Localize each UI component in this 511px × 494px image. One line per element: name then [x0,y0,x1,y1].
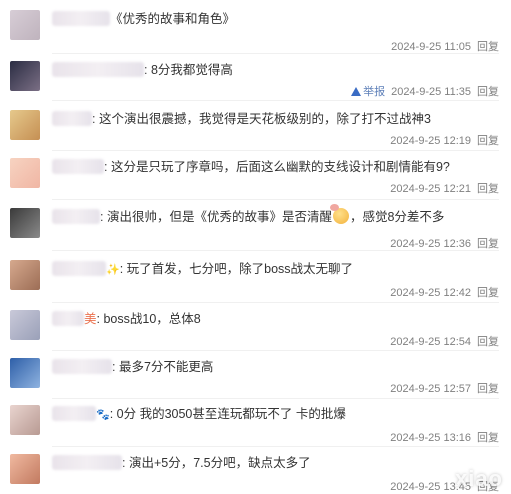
avatar[interactable] [10,454,40,484]
emoji-icon [329,204,349,224]
comment-text: : boss战10，总体8 [96,312,201,326]
comment-body: : 演出+5分，7.5分吧，缺点太多了 [52,454,311,472]
timestamp: 2024-9-25 12:54 [390,336,471,348]
comment-meta: 2024-9-25 12:57 回复 [390,380,499,396]
comment-text-a: : 演出很帅，但是《优秀的故事》是否清醒 [100,210,332,224]
username-suffix[interactable]: 美 [84,312,97,326]
divider [52,53,499,54]
divider [52,100,499,101]
username-blurred[interactable] [52,159,104,174]
report-button[interactable]: 举报 [351,86,385,98]
comment-text: : 这分是只玩了序章吗，后面这么幽默的支线设计和剧情能有9? [104,160,450,174]
avatar[interactable] [10,110,40,140]
sparkle-icon: ✨ [106,264,120,276]
comment-meta: 2024-9-25 12:19 回复 [390,132,499,148]
comment-meta: 2024-9-25 12:54 回复 [390,333,499,349]
username-blurred[interactable] [52,11,110,26]
comment-text-b: ，感觉8分差不多 [349,210,445,224]
site-watermark: xiao [454,466,503,491]
comment-text: : 8分我都觉得高 [144,63,233,77]
divider [52,446,499,447]
username-blurred[interactable] [52,261,106,276]
avatar[interactable] [10,260,40,290]
divider [52,302,499,303]
comment-meta: 2024-9-25 11:05 回复 [391,38,499,54]
reply-button[interactable]: 回复 [477,86,499,98]
reply-button[interactable]: 回复 [477,183,499,195]
warning-icon [351,87,362,96]
comment-meta: 2024-9-25 12:36 回复 [390,235,499,251]
divider [52,150,499,151]
avatar[interactable] [10,358,40,388]
comment-text: : 玩了首发，七分吧，除了boss战太无聊了 [119,262,354,276]
timestamp: 2024-9-25 12:36 [390,238,471,250]
comment-meta: 2024-9-25 13:16 回复 [390,429,499,445]
comment-meta: 2024-9-25 12:42 回复 [390,284,499,300]
badge-icon: 🐾 [96,409,110,421]
comment-body: : 演出很帅，但是《优秀的故事》是否清醒 ，感觉8分差不多 [52,204,445,226]
comment-text: : 这个演出很震撼，我觉得是天花板级别的，除了打不过战神3 [92,112,431,126]
comment-body: 《优秀的故事和角色》 [52,10,235,28]
comment-text: : 最多7分不能更高 [112,360,214,374]
divider [52,250,499,251]
comment-body: : 8分我都觉得高 [52,61,233,79]
timestamp: 2024-9-25 13:16 [390,432,471,444]
avatar[interactable] [10,158,40,188]
comment-body: : 这个演出很震撼，我觉得是天花板级别的，除了打不过战神3 [52,110,431,128]
comment-meta: 举报 2024-9-25 11:35 回复 [351,83,499,99]
avatar[interactable] [10,310,40,340]
timestamp: 2024-9-25 11:35 [391,86,471,98]
username-blurred[interactable] [52,111,92,126]
report-label: 举报 [363,86,386,98]
divider [52,199,499,200]
timestamp: 2024-9-25 12:21 [390,183,471,195]
comment-text: 《优秀的故事和角色》 [110,12,236,26]
comment-body: ✨: 玩了首发，七分吧，除了boss战太无聊了 [52,260,353,279]
username-blurred[interactable] [52,311,84,326]
username-blurred[interactable] [52,359,112,374]
comment-body: : 这分是只玩了序章吗，后面这么幽默的支线设计和剧情能有9? [52,158,450,176]
reply-button[interactable]: 回复 [477,135,499,147]
reply-button[interactable]: 回复 [477,287,499,299]
reply-button[interactable]: 回复 [477,383,499,395]
username-blurred[interactable] [52,209,100,224]
reply-button[interactable]: 回复 [477,336,499,348]
reply-button[interactable]: 回复 [477,238,499,250]
comment-body: : 最多7分不能更高 [52,358,213,376]
timestamp: 2024-9-25 12:19 [390,135,471,147]
comment-text: : 演出+5分，7.5分吧，缺点太多了 [122,456,311,470]
comment-meta: 2024-9-25 12:21 回复 [390,180,499,196]
avatar[interactable] [10,61,40,91]
reply-button[interactable]: 回复 [477,432,499,444]
comment-body: 美: boss战10，总体8 [52,310,201,328]
username-blurred[interactable] [52,406,96,421]
avatar[interactable] [10,10,40,40]
timestamp: 2024-9-25 12:42 [390,287,471,299]
divider [52,398,499,399]
comment-body: 🐾: 0分 我的3050甚至连玩都玩不了 卡的批爆 [52,405,346,424]
avatar[interactable] [10,208,40,238]
divider [52,350,499,351]
avatar[interactable] [10,405,40,435]
reply-button[interactable]: 回复 [477,41,499,53]
username-blurred[interactable] [52,62,144,77]
timestamp: 2024-9-25 11:05 [391,41,471,53]
username-blurred[interactable] [52,455,122,470]
timestamp: 2024-9-25 12:57 [390,383,471,395]
comment-text: : 0分 我的3050甚至连玩都玩不了 卡的批爆 [109,407,346,421]
